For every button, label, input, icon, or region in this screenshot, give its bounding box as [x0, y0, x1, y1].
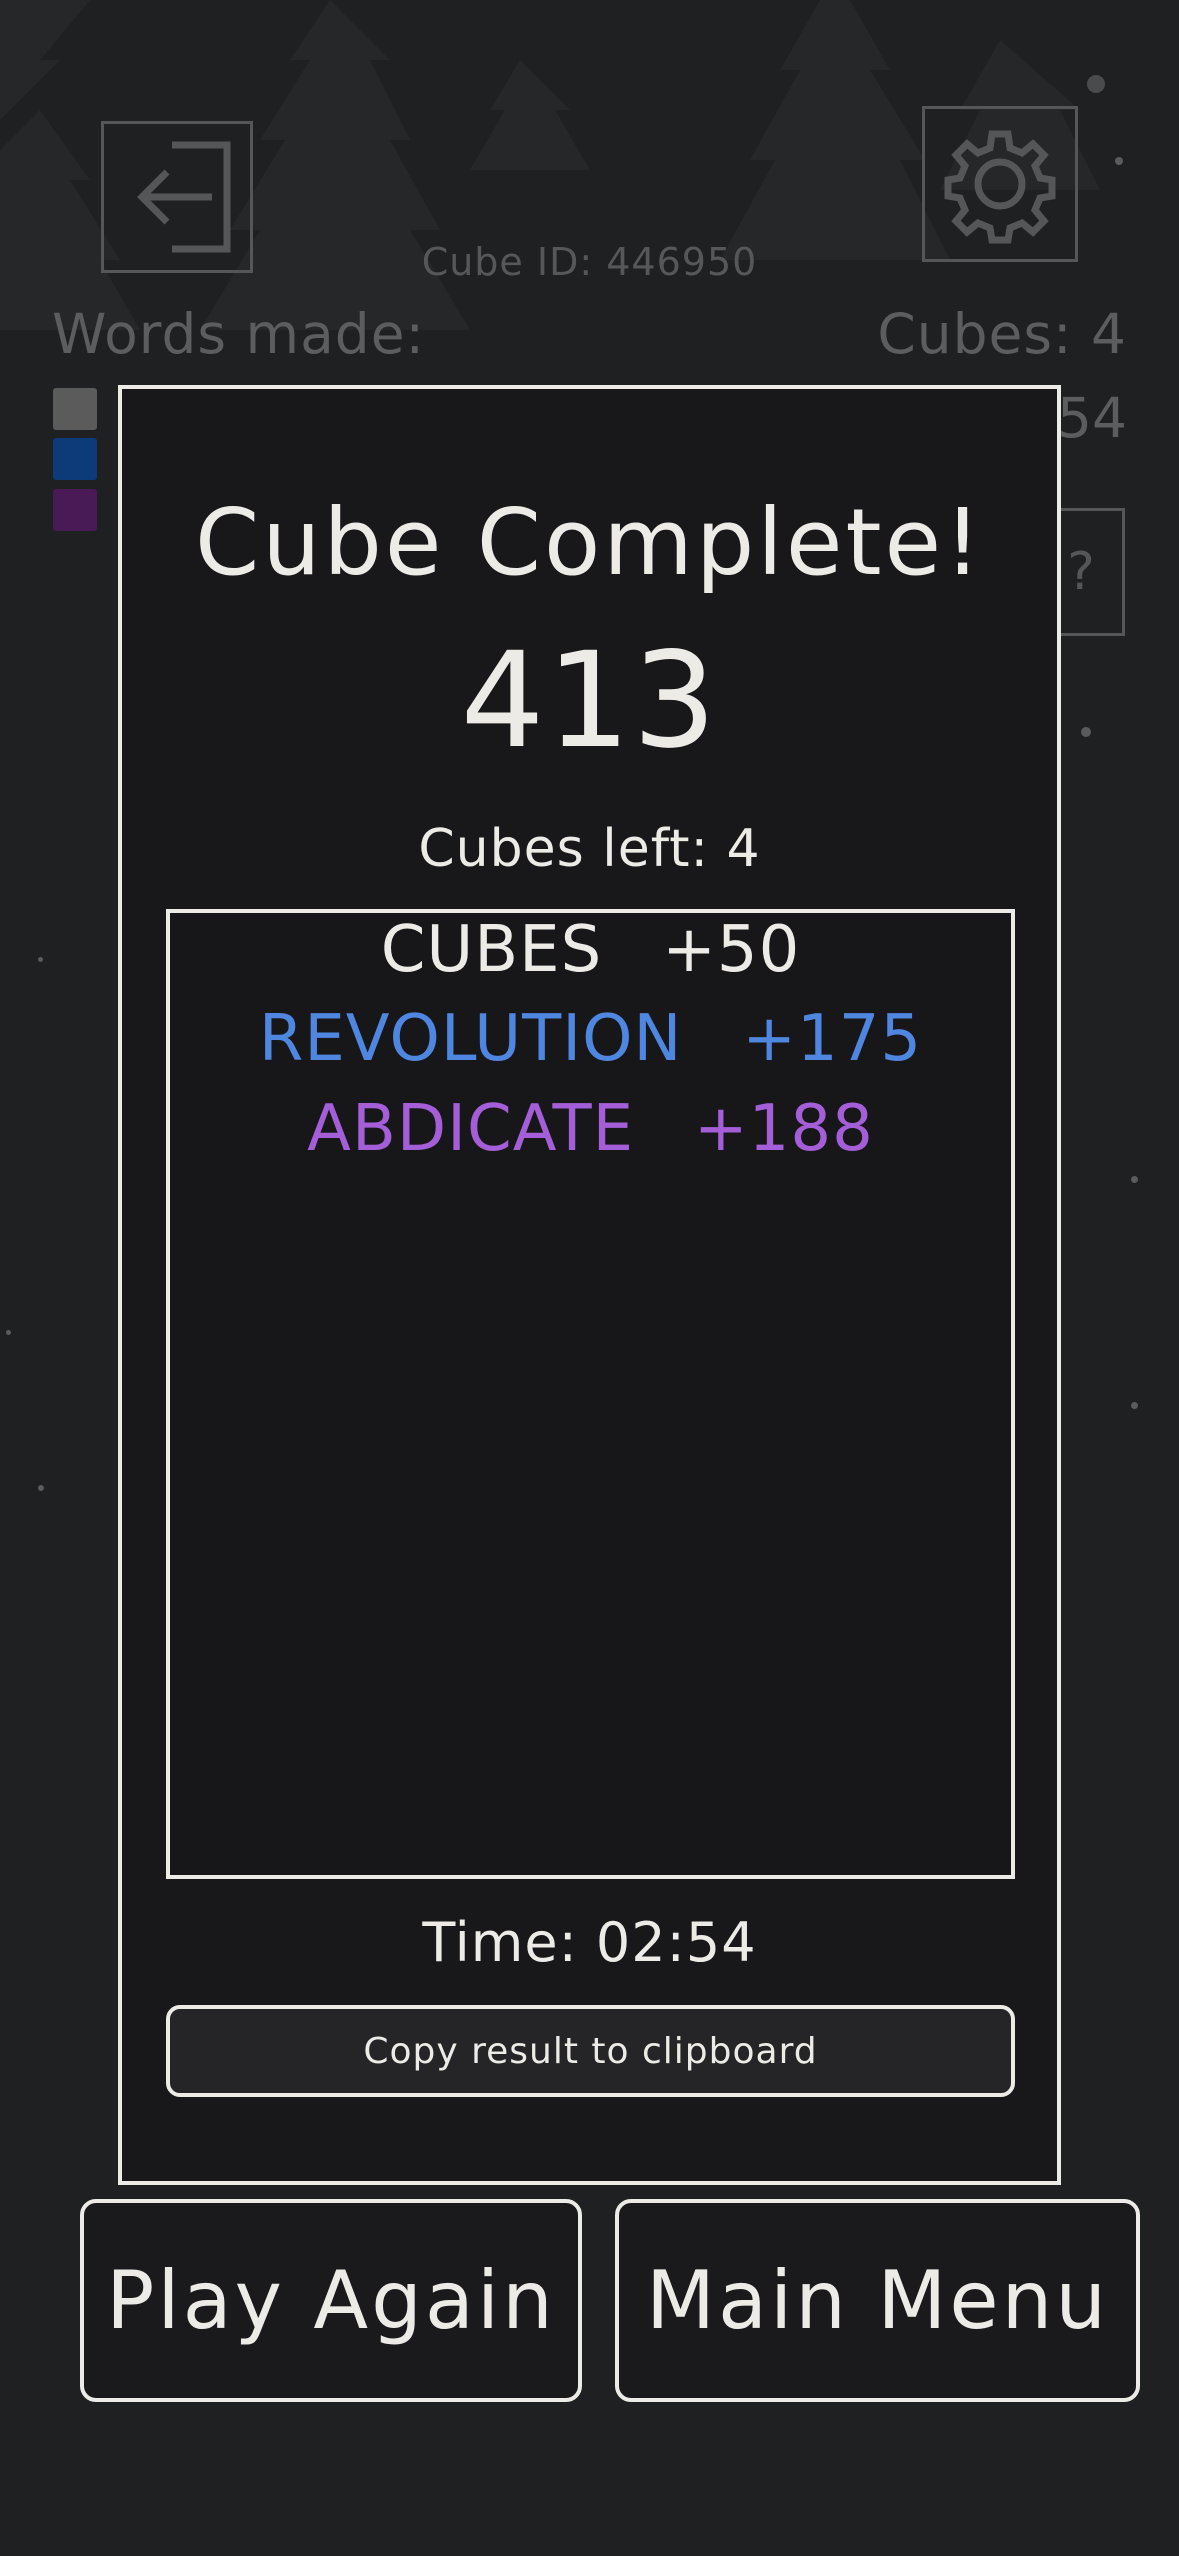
- word-swatch: [53, 438, 97, 480]
- words-list: CUBES +50 REVOLUTION +175 ABDICATE +188: [166, 909, 1015, 1879]
- words-made-label: Words made:: [52, 302, 426, 366]
- list-item: CUBES +50: [170, 913, 1011, 987]
- word-text: ABDICATE: [307, 1092, 635, 1166]
- word-swatch: [53, 388, 97, 430]
- cube-complete-dialog: Cube Complete! 413 Cubes left: 4 CUBES +5…: [118, 385, 1061, 2185]
- list-item: ABDICATE +188: [170, 1092, 1011, 1166]
- back-arrow-icon: [137, 141, 231, 253]
- final-score: 413: [460, 624, 719, 778]
- settings-button[interactable]: [922, 106, 1078, 262]
- word-swatch: [53, 489, 97, 531]
- word-text: REVOLUTION: [258, 1002, 683, 1076]
- cube-id-label: Cube ID: 446950: [421, 240, 758, 284]
- word-points: +188: [694, 1092, 874, 1166]
- word-points: +175: [742, 1002, 923, 1076]
- play-again-button[interactable]: Play Again: [80, 2199, 582, 2402]
- cubes-left-label: Cubes left: 4: [418, 819, 761, 879]
- word-text: CUBES: [380, 913, 603, 987]
- list-item: REVOLUTION +175: [170, 1002, 1011, 1076]
- word-points: +50: [662, 913, 801, 987]
- time-label: Time: 02:54: [422, 1911, 757, 1974]
- time-readout-partial: 54: [1057, 386, 1127, 450]
- dialog-title: Cube Complete!: [194, 489, 985, 596]
- copy-result-button[interactable]: Copy result to clipboard: [166, 2005, 1015, 2097]
- main-menu-button[interactable]: Main Menu: [615, 2199, 1140, 2402]
- gear-icon: [944, 130, 1056, 244]
- cubes-count-label: Cubes: 4: [877, 302, 1127, 366]
